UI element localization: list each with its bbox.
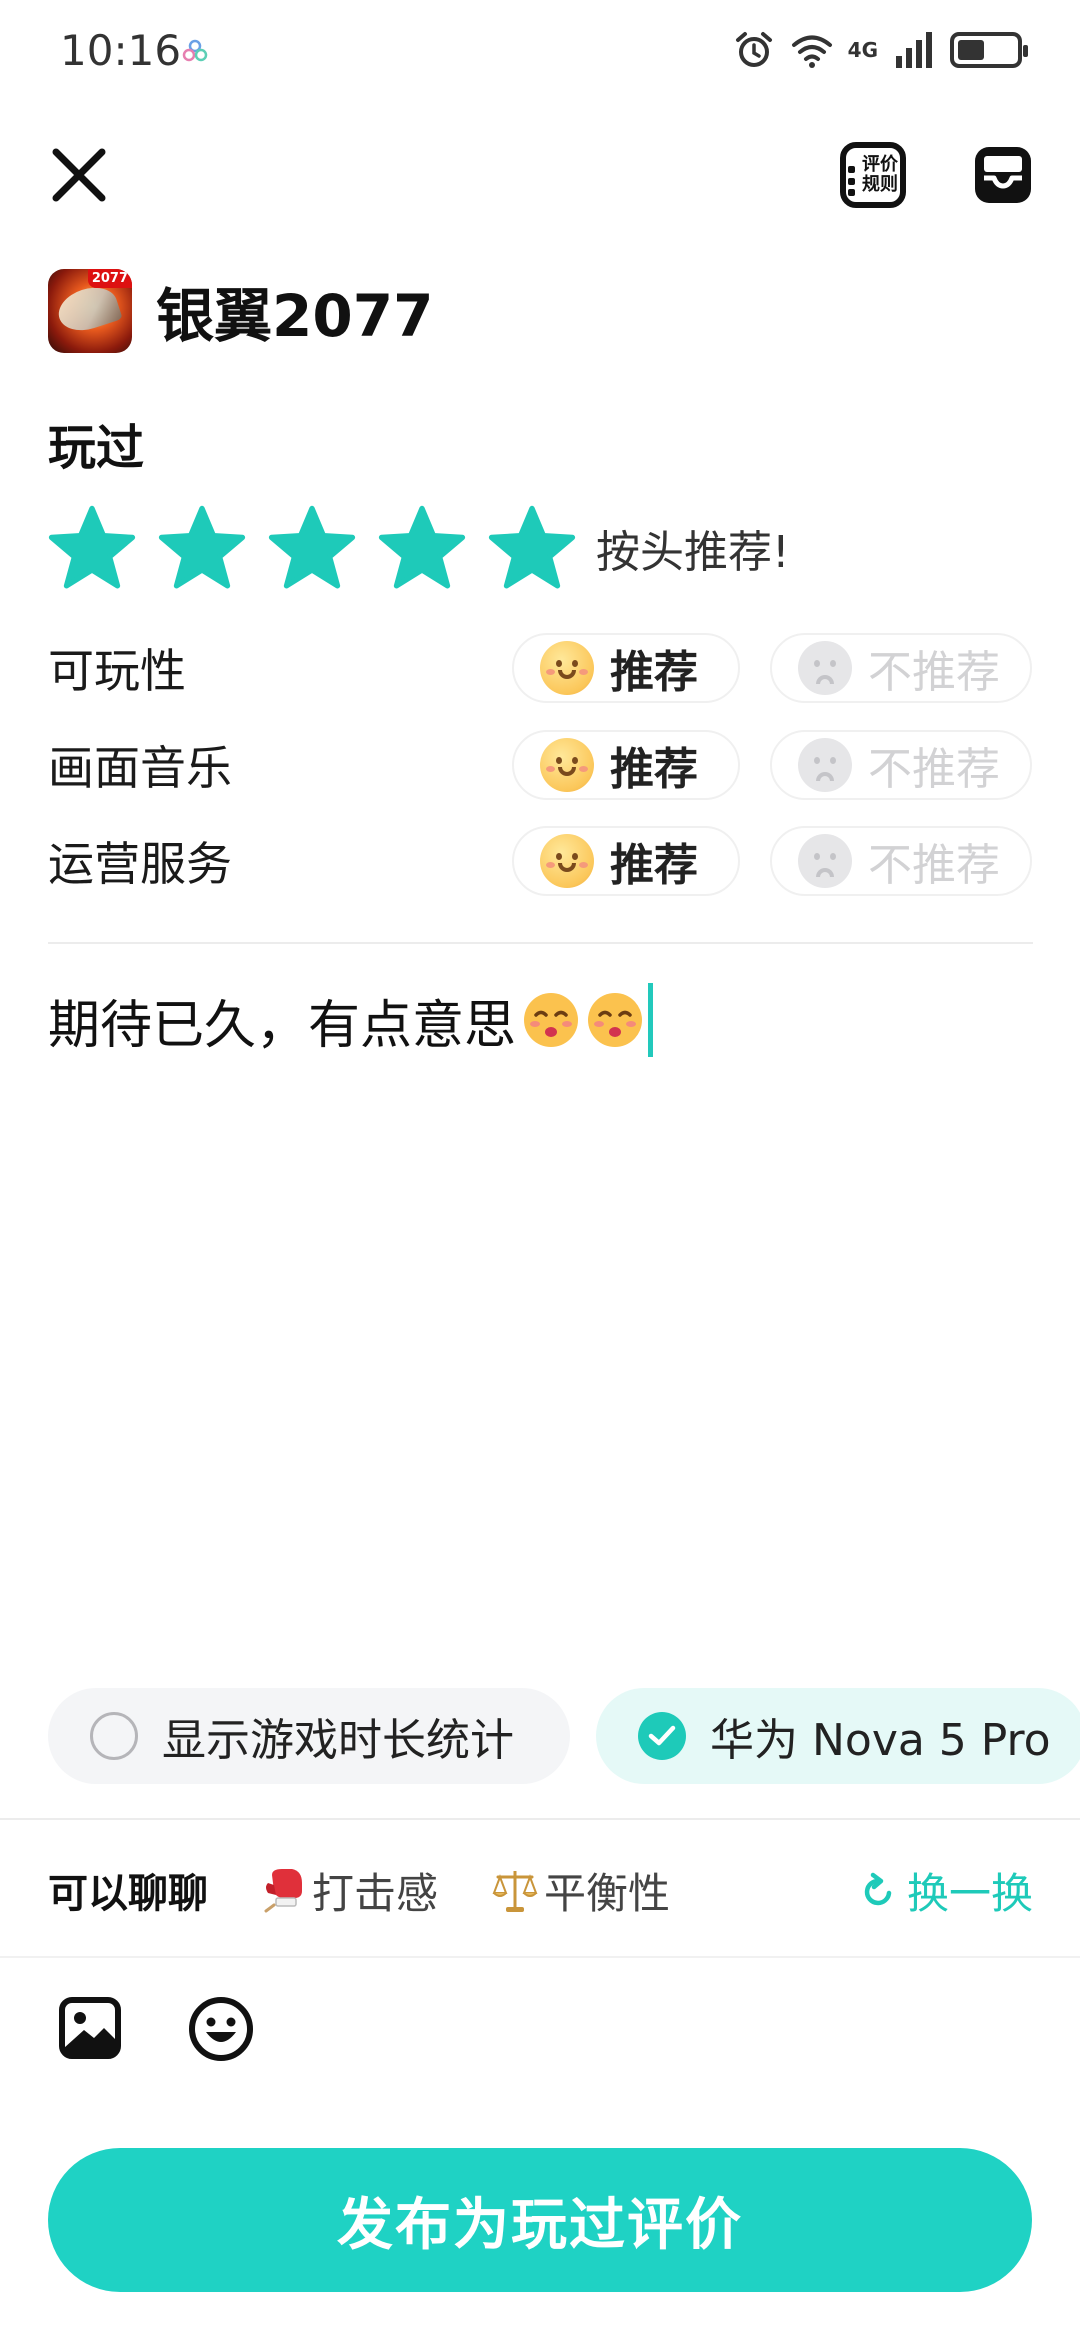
aspect-row-graphics-music: 画面音乐 推荐 不推荐 xyxy=(48,730,1033,800)
balance-scale-icon xyxy=(492,1871,538,1912)
wifi-icon xyxy=(791,35,832,68)
text-cursor xyxy=(648,983,654,1057)
game-icon-badge: 2077 xyxy=(87,269,132,288)
insert-image-icon[interactable] xyxy=(58,1996,122,2060)
section-divider xyxy=(0,1956,1080,1958)
recommend-button[interactable]: 推荐 xyxy=(512,633,740,703)
kissing-face-emoji-icon xyxy=(524,993,579,1047)
aspect-label: 可玩性 xyxy=(48,644,186,698)
played-section-label: 玩过 xyxy=(48,420,145,476)
refresh-icon xyxy=(864,1872,892,1905)
topics-title: 可以聊聊 xyxy=(48,1871,208,1917)
network-type-label: 4G xyxy=(847,38,878,62)
recommend-button[interactable]: 推荐 xyxy=(512,826,740,896)
battery-icon xyxy=(950,32,1028,68)
show-playtime-toggle[interactable]: 显示游戏时长统计 xyxy=(48,1688,570,1784)
device-label: 华为 Nova 5 Pro xyxy=(710,1715,1051,1766)
review-options: 显示游戏时长统计 华为 Nova 5 Pro xyxy=(48,1688,1080,1784)
recommend-label: 推荐 xyxy=(610,647,698,698)
game-app-icon[interactable]: 2077 xyxy=(48,269,132,353)
close-icon[interactable] xyxy=(48,144,110,206)
app-notification-icon xyxy=(182,39,208,62)
show-playtime-label: 显示游戏时长统计 xyxy=(162,1715,514,1766)
not-recommend-button[interactable]: 不推荐 xyxy=(770,826,1032,896)
happy-face-icon xyxy=(540,738,594,792)
alarm-icon xyxy=(735,32,772,67)
not-recommend-button[interactable]: 不推荐 xyxy=(770,730,1032,800)
inbox-icon[interactable] xyxy=(972,144,1034,206)
topic-suggestions: 可以聊聊 打击感 平衡性 换一换 xyxy=(48,1850,1033,1930)
happy-face-icon xyxy=(540,834,594,888)
status-bar: 10:16 4G xyxy=(0,0,1080,100)
insert-emoji-icon[interactable] xyxy=(188,1996,254,2062)
game-title: 银翼2077 xyxy=(156,282,434,350)
recommend-label: 推荐 xyxy=(610,840,698,891)
aspect-row-operations: 运营服务 推荐 不推荐 xyxy=(48,826,1033,896)
review-text-input[interactable]: 期待已久，有点意思 xyxy=(48,983,654,1057)
kissing-face-emoji-icon xyxy=(588,993,643,1047)
radio-unchecked-icon xyxy=(90,1712,138,1760)
publish-review-label: 发布为玩过评价 xyxy=(337,2192,743,2258)
top-action-bar: 评价 规则 xyxy=(0,130,1080,220)
sad-face-icon xyxy=(798,738,852,792)
review-rules-label-bottom: 规则 xyxy=(862,174,898,195)
review-text: 期待已久，有点意思 xyxy=(48,995,517,1056)
star-rating: 按头推荐! xyxy=(48,505,790,591)
review-rules-button[interactable]: 评价 规则 xyxy=(840,142,906,208)
happy-face-icon xyxy=(540,641,594,695)
rating-description: 按头推荐! xyxy=(596,527,790,578)
recommend-button[interactable]: 推荐 xyxy=(512,730,740,800)
star-icon-3[interactable] xyxy=(268,504,356,592)
topic-label: 平衡性 xyxy=(544,1868,671,1918)
refresh-label: 换一换 xyxy=(906,1869,1033,1918)
topic-chip[interactable]: 打击感 xyxy=(258,1860,438,1921)
device-toggle[interactable]: 华为 Nova 5 Pro xyxy=(596,1688,1080,1784)
publish-review-button[interactable]: 发布为玩过评价 xyxy=(48,2148,1032,2292)
star-icon-4[interactable] xyxy=(378,504,466,592)
signal-icon xyxy=(896,32,932,68)
game-header: 2077 银翼2077 xyxy=(48,268,433,354)
not-recommend-button[interactable]: 不推荐 xyxy=(770,633,1032,703)
sad-face-icon xyxy=(798,834,852,888)
not-recommend-label: 不推荐 xyxy=(868,647,1000,698)
aspect-label: 运营服务 xyxy=(48,837,232,891)
not-recommend-label: 不推荐 xyxy=(868,840,1000,891)
aspect-row-gameplay: 可玩性 推荐 不推荐 xyxy=(48,633,1033,703)
sad-face-icon xyxy=(798,641,852,695)
refresh-topics-button[interactable]: 换一换 xyxy=(859,1860,1033,1921)
aspect-label: 画面音乐 xyxy=(48,741,232,795)
section-divider xyxy=(48,942,1033,944)
section-divider xyxy=(0,1818,1080,1820)
boxing-glove-icon xyxy=(264,1869,302,1913)
not-recommend-label: 不推荐 xyxy=(868,744,1000,795)
topic-label: 打击感 xyxy=(312,1868,439,1918)
star-icon-2[interactable] xyxy=(158,504,246,592)
status-time: 10:16 xyxy=(60,26,182,75)
check-circle-icon xyxy=(638,1712,686,1760)
topic-chip[interactable]: 平衡性 xyxy=(490,1860,670,1921)
star-icon-5[interactable] xyxy=(488,504,576,592)
star-icon-1[interactable] xyxy=(48,504,136,592)
recommend-label: 推荐 xyxy=(610,744,698,795)
review-rules-label-top: 评价 xyxy=(862,154,898,175)
